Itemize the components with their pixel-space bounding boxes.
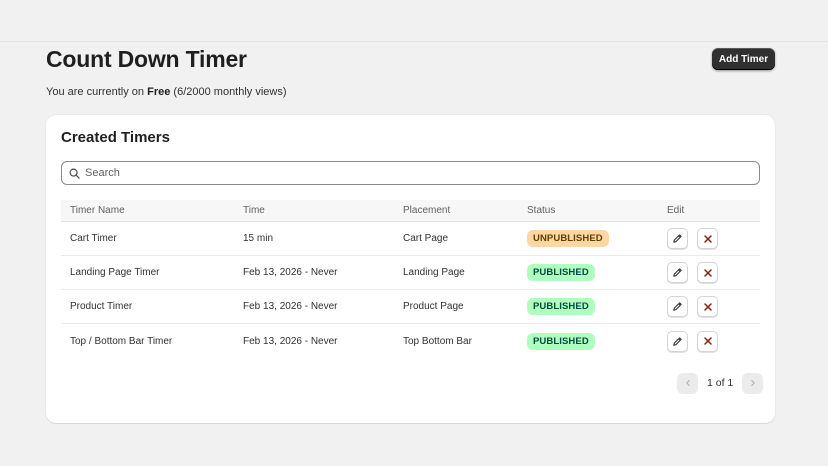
close-icon bbox=[703, 337, 712, 345]
timer-placement: Product Page bbox=[403, 301, 464, 312]
table-row: Top / Bottom Bar Timer Feb 13, 2026 - Ne… bbox=[61, 324, 760, 358]
page-indicator: 1 of 1 bbox=[707, 377, 734, 389]
status-badge: PUBLISHED bbox=[527, 332, 595, 350]
column-header-time: Time bbox=[243, 205, 265, 216]
edit-button[interactable] bbox=[667, 330, 688, 352]
created-timers-card: Created Timers Timer Name Time Placement… bbox=[46, 115, 775, 423]
pencil-icon bbox=[673, 302, 682, 311]
table-row: Cart Timer 15 min Cart Page UNPUBLISHED bbox=[61, 222, 760, 256]
timer-name: Landing Page Timer bbox=[70, 267, 160, 278]
timers-table: Timer Name Time Placement Status Edit Ca… bbox=[61, 200, 760, 358]
status-badge: UNPUBLISHED bbox=[527, 230, 609, 247]
column-header-timer-name: Timer Name bbox=[70, 205, 125, 216]
delete-button[interactable] bbox=[697, 330, 718, 352]
previous-page-button[interactable] bbox=[677, 372, 698, 394]
plan-usage: (6/2000 monthly views) bbox=[173, 86, 287, 98]
delete-button[interactable] bbox=[697, 296, 718, 317]
pencil-icon bbox=[673, 336, 682, 346]
table-header: Timer Name Time Placement Status Edit bbox=[61, 200, 760, 222]
plan-name: Free bbox=[147, 86, 171, 98]
column-header-edit: Edit bbox=[667, 205, 685, 216]
edit-button[interactable] bbox=[667, 228, 688, 249]
delete-button[interactable] bbox=[697, 228, 718, 249]
top-bar bbox=[0, 0, 828, 42]
close-icon bbox=[703, 268, 712, 277]
status-badge: PUBLISHED bbox=[527, 264, 595, 281]
card-title: Created Timers bbox=[61, 129, 170, 146]
table-row: Product Timer Feb 13, 2026 - Never Produ… bbox=[61, 290, 760, 324]
timer-placement: Cart Page bbox=[403, 233, 449, 244]
column-header-placement: Placement bbox=[403, 205, 451, 216]
close-icon bbox=[703, 302, 712, 311]
search-input[interactable] bbox=[85, 167, 685, 179]
status-badge: PUBLISHED bbox=[527, 298, 595, 315]
timer-name: Cart Timer bbox=[70, 233, 117, 244]
chevron-left-icon bbox=[685, 379, 690, 387]
search-icon bbox=[69, 168, 80, 179]
plan-prefix: You are currently on bbox=[46, 86, 145, 98]
timer-placement: Landing Page bbox=[403, 267, 465, 278]
pagination: 1 of 1 bbox=[677, 372, 764, 394]
search-field[interactable] bbox=[61, 161, 760, 185]
timer-time: Feb 13, 2026 - Never bbox=[243, 301, 338, 312]
table-row: Landing Page Timer Feb 13, 2026 - Never … bbox=[61, 256, 760, 290]
pencil-icon bbox=[673, 268, 682, 277]
page-title: Count Down Timer bbox=[46, 46, 247, 72]
edit-button[interactable] bbox=[667, 296, 688, 317]
timer-name: Product Timer bbox=[70, 301, 133, 312]
chevron-right-icon bbox=[750, 379, 755, 387]
edit-button[interactable] bbox=[667, 262, 688, 283]
pencil-icon bbox=[673, 234, 682, 243]
column-header-status: Status bbox=[527, 205, 556, 216]
timer-time: 15 min bbox=[243, 233, 274, 244]
delete-button[interactable] bbox=[697, 262, 718, 283]
close-icon bbox=[703, 234, 712, 243]
timer-name: Top / Bottom Bar Timer bbox=[70, 335, 173, 347]
timer-time: Feb 13, 2026 - Never bbox=[243, 335, 338, 347]
next-page-button[interactable] bbox=[742, 372, 764, 394]
plan-info: You are currently on Free (6/2000 monthl… bbox=[46, 86, 287, 98]
timer-placement: Top Bottom Bar bbox=[403, 335, 472, 347]
timer-time: Feb 13, 2026 - Never bbox=[243, 267, 338, 278]
add-timer-button[interactable]: Add Timer bbox=[712, 48, 775, 70]
